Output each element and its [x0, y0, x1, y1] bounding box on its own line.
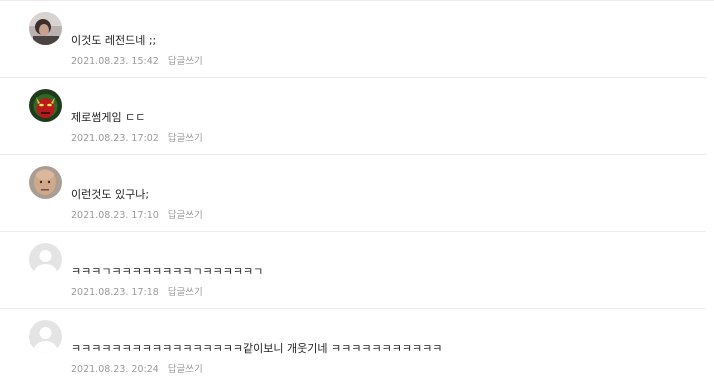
comment-text: ㅋㅋㅋㅋㅋㅋㅋㅋㅋㅋㅋㅋㅋㅋㅋㅋㅋ같이보니 개웃기네 ㅋㅋㅋㅋㅋㅋㅋㅋㅋㅋㅋ: [71, 342, 443, 355]
comment-meta: 2021.08.23. 17:10 답글쓰기: [71, 210, 203, 222]
comment-item: 이런것도 있구나; 2021.08.23. 17:10 답글쓰기: [0, 155, 706, 232]
comment-date: 2021.08.23. 17:02: [71, 133, 159, 144]
comment-item: 제로썸게임 ㄷㄷ 2021.08.23. 17:02 답글쓰기: [0, 78, 706, 155]
comment-text: ㅋㅋㅋㄱㅋㅋㅋㅋㅋㅋㅋㅋㄱㅋㅋㅋㅋㅋㄱ: [71, 265, 264, 278]
default-user-icon[interactable]: [29, 243, 62, 276]
comment-item: ㅋㅋㅋㄱㅋㅋㅋㅋㅋㅋㅋㅋㄱㅋㅋㅋㅋㅋㄱ 2021.08.23. 17:18 답글쓰…: [0, 232, 706, 309]
comment-date: 2021.08.23. 20:24: [71, 364, 159, 375]
reply-button[interactable]: 답글쓰기: [168, 56, 203, 67]
comment-text: 이것도 레전드네 ;;: [71, 34, 157, 47]
comment-date: 2021.08.23. 17:10: [71, 210, 159, 221]
comment-meta: 2021.08.23. 17:18 답글쓰기: [71, 287, 203, 299]
comment-meta: 2021.08.23. 20:24 답글쓰기: [71, 364, 203, 376]
comment-text: 이런것도 있구나;: [71, 188, 150, 201]
comment-date: 2021.08.23. 15:42: [71, 56, 159, 67]
comment-date: 2021.08.23. 17:18: [71, 287, 159, 298]
comment-item: 이것도 레전드네 ;; 2021.08.23. 15:42 답글쓰기: [0, 1, 706, 78]
bald-man-avatar-icon[interactable]: [29, 166, 62, 199]
comment-meta: 2021.08.23. 15:42 답글쓰기: [71, 56, 203, 68]
reply-button[interactable]: 답글쓰기: [168, 210, 203, 221]
user-photo-icon[interactable]: [29, 12, 62, 45]
comment-text: 제로썸게임 ㄷㄷ: [71, 111, 146, 124]
comment-item: ㅋㅋㅋㅋㅋㅋㅋㅋㅋㅋㅋㅋㅋㅋㅋㅋㅋ같이보니 개웃기네 ㅋㅋㅋㅋㅋㅋㅋㅋㅋㅋㅋ 2…: [0, 309, 706, 386]
reply-button[interactable]: 답글쓰기: [168, 287, 203, 298]
reply-button[interactable]: 답글쓰기: [168, 133, 203, 144]
default-user-icon[interactable]: [29, 320, 62, 353]
comment-meta: 2021.08.23. 17:02 답글쓰기: [71, 133, 203, 145]
comment-list: 이것도 레전드네 ;; 2021.08.23. 15:42 답글쓰기 제로썸게임 …: [0, 0, 714, 392]
reply-button[interactable]: 답글쓰기: [168, 364, 203, 375]
red-demon-avatar-icon[interactable]: [29, 89, 62, 122]
